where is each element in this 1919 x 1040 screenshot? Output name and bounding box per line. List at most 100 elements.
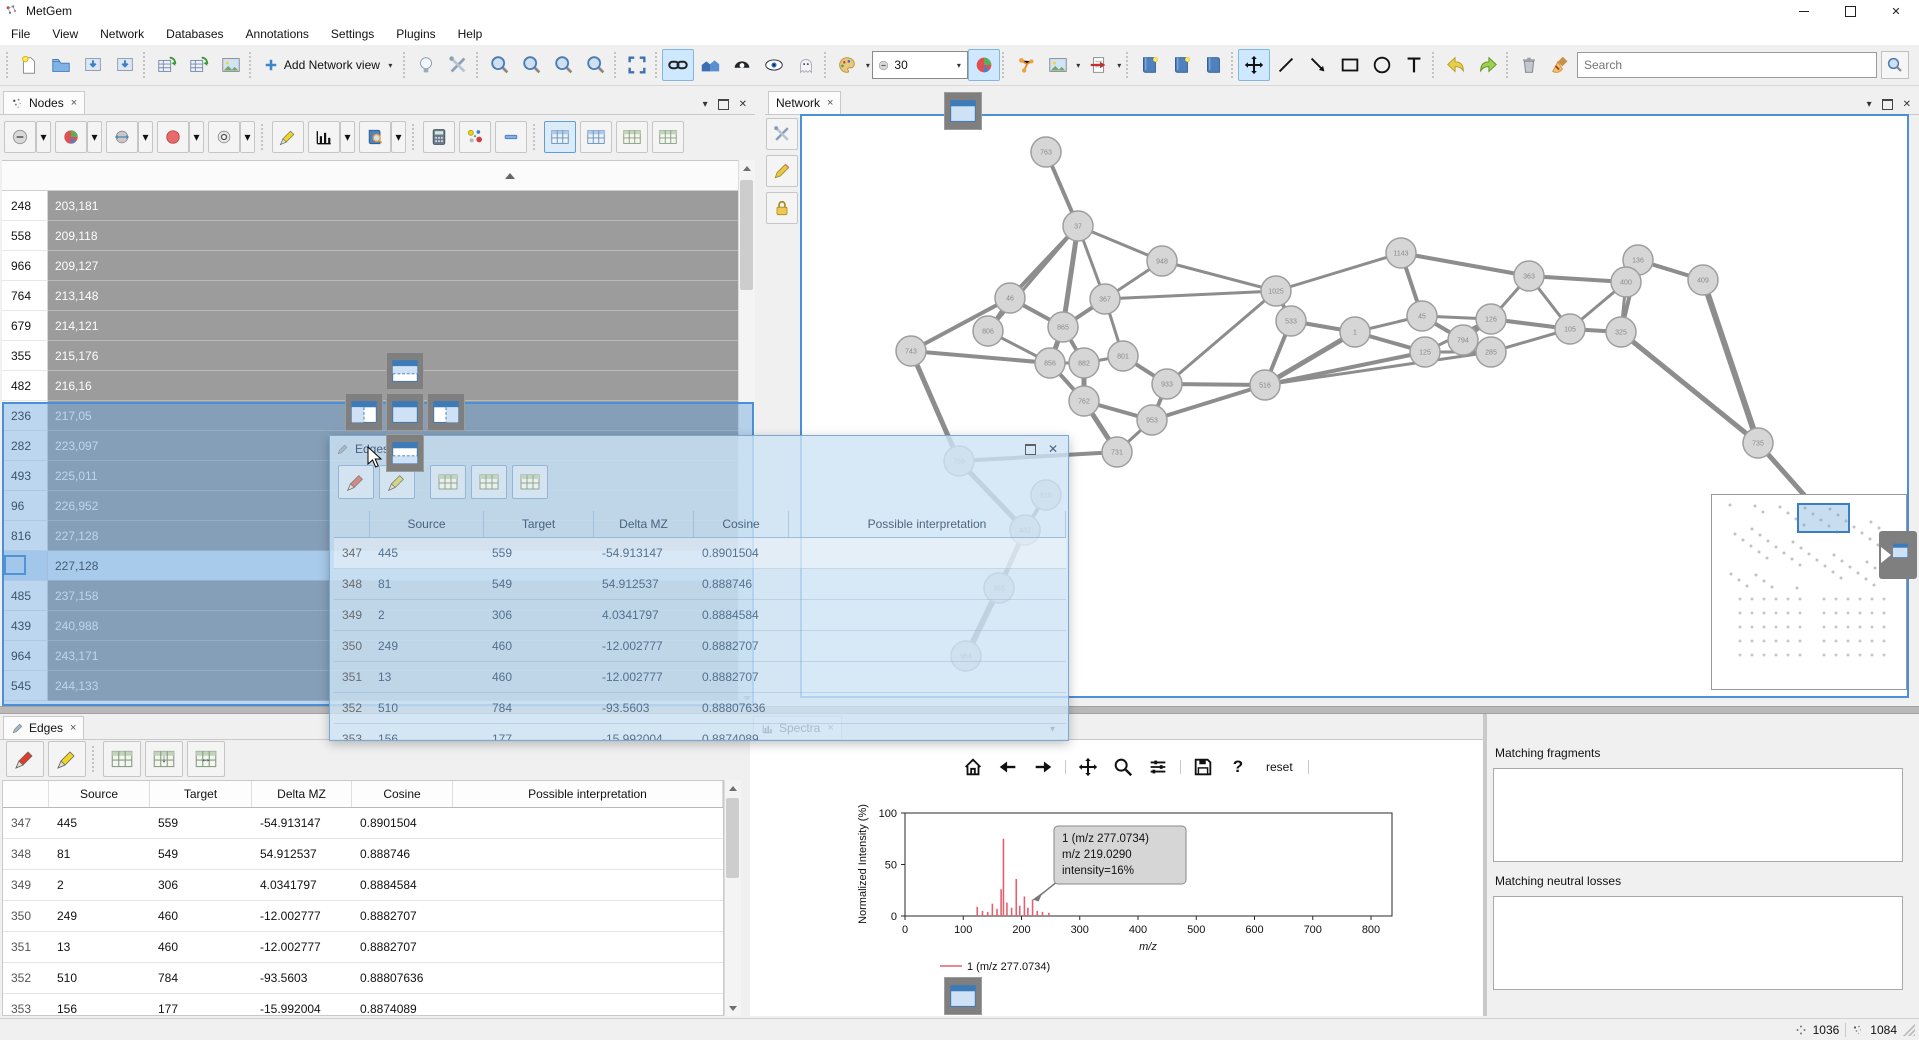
chevron-down-icon[interactable]: ▾ — [189, 121, 204, 153]
tab-close-icon[interactable]: × — [70, 722, 76, 734]
table-normal-button[interactable] — [103, 741, 141, 777]
menu-help[interactable]: Help — [447, 24, 494, 44]
graph-node[interactable]: 46 — [995, 283, 1025, 313]
link-views-button[interactable] — [662, 49, 694, 81]
edges-table-row[interactable]: 352510784-93.56030.88807636 — [334, 693, 1066, 724]
table-view-2-button[interactable] — [580, 121, 612, 153]
resize-grip[interactable] — [1903, 1024, 1915, 1036]
column-header-target[interactable]: Target — [150, 781, 252, 807]
ellipse-tool-button[interactable] — [1366, 49, 1398, 81]
chevron-down-icon[interactable]: ▾ — [87, 121, 102, 153]
edges-table-row[interactable]: 3488154954.9125370.888746 — [3, 839, 723, 870]
edges-table-row[interactable]: 350249460-12.0027770.8882707 — [3, 901, 723, 932]
import-pictures-button[interactable] — [215, 49, 247, 81]
graph-node[interactable]: 409 — [1688, 265, 1718, 295]
menu-file[interactable]: File — [0, 24, 41, 44]
save-project-button[interactable] — [77, 49, 109, 81]
table-normal-button[interactable] — [430, 465, 466, 499]
spectrum-plot[interactable]: 0100200300400500600700800050100m/zNormal… — [756, 782, 1478, 1014]
floating-title-bar[interactable]: Edges ✕ — [330, 436, 1068, 462]
library-book-button[interactable] — [359, 121, 391, 153]
maximize-button[interactable] — [1827, 0, 1873, 22]
graph-node[interactable]: 1 — [1340, 317, 1370, 347]
chevron-down-icon[interactable]: ▾ — [391, 121, 406, 153]
redo-button[interactable] — [1472, 49, 1504, 81]
show-items-button[interactable] — [758, 49, 790, 81]
table-fit-rows-button[interactable] — [471, 465, 507, 499]
pan-button[interactable] — [1075, 754, 1101, 780]
line-tool-button[interactable] — [1270, 49, 1302, 81]
menu-databases[interactable]: Databases — [155, 24, 234, 44]
text-tool-button[interactable] — [1398, 49, 1430, 81]
graph-node[interactable]: 856 — [1035, 348, 1065, 378]
graph-node[interactable]: 363 — [1514, 261, 1544, 291]
tab-close-icon[interactable]: × — [71, 97, 77, 109]
graph-node[interactable]: 794 — [1448, 325, 1478, 355]
chevron-down-icon[interactable]: ▾ — [240, 121, 255, 153]
column-header-delta-mz[interactable]: Delta MZ — [594, 511, 694, 537]
import-metadata-button[interactable] — [151, 49, 183, 81]
nodes-table-row[interactable]: 558209,118 — [2, 221, 738, 251]
help-button[interactable]: ? — [1225, 754, 1251, 780]
graph-node[interactable]: 105 — [1555, 314, 1585, 344]
chevron-down-icon[interactable]: ▾ — [138, 121, 153, 153]
graph-node[interactable]: 126 — [1476, 304, 1506, 334]
nodes-table-row[interactable]: 248203,181 — [2, 191, 738, 221]
import-group-mapping-button[interactable] — [183, 49, 215, 81]
edges-table-row[interactable]: 352510784-93.56030.88807636 — [3, 963, 723, 994]
calculator-button[interactable] — [423, 121, 455, 153]
edges-scrollbar[interactable] — [724, 780, 741, 1016]
column-header-delta-mz[interactable]: Delta MZ — [252, 781, 352, 807]
pie-charts-button[interactable] — [968, 49, 1000, 81]
highlight-yellow-button[interactable] — [272, 121, 304, 153]
pie-color-button[interactable] — [55, 121, 87, 153]
highlight-red-button[interactable] — [6, 741, 44, 777]
column-header-cosine[interactable]: Cosine — [694, 511, 789, 537]
database-2-button[interactable] — [1165, 49, 1197, 81]
minimap-viewport[interactable] — [1798, 504, 1849, 532]
export-report-button[interactable] — [1083, 49, 1115, 81]
network-minimap[interactable] — [1711, 494, 1907, 690]
lock-button[interactable] — [766, 192, 798, 224]
graph-node[interactable]: 735 — [1743, 428, 1773, 458]
edges-table-row[interactable]: 3488154954.9125370.888746 — [334, 569, 1066, 600]
neighbors-spinbox[interactable]: 30 ▾ — [872, 51, 968, 79]
home-button[interactable] — [960, 754, 986, 780]
chevron-down-icon[interactable]: ▾ — [1074, 61, 1083, 70]
tab-close-icon[interactable]: × — [827, 97, 833, 109]
forward-button[interactable] — [1030, 754, 1056, 780]
clear-button[interactable] — [1545, 49, 1577, 81]
highlight-red-button[interactable] — [338, 465, 374, 499]
graph-node[interactable]: 1143 — [1386, 238, 1416, 268]
column-header-source[interactable]: Source — [370, 511, 484, 537]
graph-node[interactable]: 367 — [1090, 284, 1120, 314]
edges-table-row[interactable]: 353156177-15.9920040.8874089 — [334, 724, 1066, 741]
chart-column-button[interactable] — [308, 121, 340, 153]
new-project-button[interactable] — [13, 49, 45, 81]
menu-network[interactable]: Network — [89, 24, 155, 44]
graph-node[interactable]: 1025 — [1261, 276, 1291, 306]
collapse-minus-button[interactable] — [495, 121, 527, 153]
edges-table-row[interactable]: 347445559-54.9131470.8901504 — [3, 808, 723, 839]
nodes-table-row[interactable]: 355215,176 — [2, 341, 738, 371]
graph-node[interactable]: 400 — [1611, 267, 1641, 297]
options-tools-button[interactable] — [766, 118, 798, 150]
dock-float-icon[interactable] — [1882, 99, 1893, 110]
screenshot-button[interactable] — [1042, 49, 1074, 81]
column-header-possible-interpretation[interactable]: Possible interpretation — [789, 511, 1066, 537]
floating-edges-window[interactable]: Edges ✕ SourceTargetDelta MZCosinePossib… — [329, 435, 1069, 741]
column-header-source[interactable]: Source — [49, 781, 150, 807]
matching-fragments-box[interactable] — [1493, 768, 1903, 862]
back-button[interactable] — [995, 754, 1021, 780]
process-bulb-button[interactable] — [410, 49, 442, 81]
matching-neutral-losses-box[interactable] — [1493, 896, 1903, 990]
zoom-out-button[interactable] — [516, 49, 548, 81]
dock-float-icon[interactable] — [718, 99, 729, 110]
edges-table-row[interactable]: 347445559-54.9131470.8901504 — [334, 538, 1066, 569]
tab-nodes[interactable]: Nodes × — [3, 91, 85, 114]
float-close-icon[interactable]: ✕ — [1048, 442, 1058, 456]
menu-annotations[interactable]: Annotations — [235, 24, 320, 44]
rect-tool-button[interactable] — [1334, 49, 1366, 81]
edges-table-row[interactable]: 35113460-12.0027770.8882707 — [334, 662, 1066, 693]
graph-node[interactable]: 533 — [1276, 306, 1306, 336]
